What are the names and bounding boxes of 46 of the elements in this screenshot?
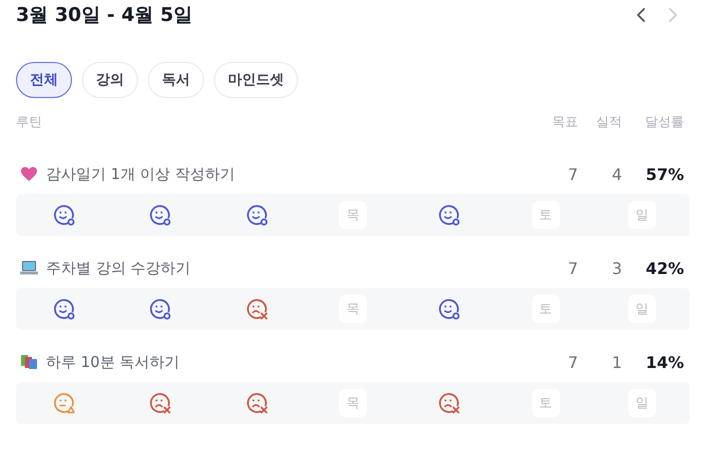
smile-check-icon[interactable] [244, 203, 269, 227]
filter-chip[interactable]: 강의 [82, 62, 138, 98]
day-label: 토 [532, 295, 560, 323]
goal-count: 7 [566, 258, 578, 278]
day-label: 일 [628, 201, 656, 229]
day-label: 목 [338, 295, 367, 323]
filter-chip[interactable]: 독서 [148, 62, 204, 98]
chevron-right-icon [668, 7, 678, 23]
day-label: 일 [628, 295, 656, 323]
day-label: 토 [532, 201, 560, 229]
day-label: 토 [532, 389, 560, 417]
books-icon [20, 354, 38, 370]
achievement-rate: 57% [644, 164, 685, 184]
sad-x-icon[interactable] [244, 297, 269, 321]
smile-check-icon[interactable] [52, 203, 76, 227]
achievement-rate: 14% [644, 352, 685, 372]
sad-x-icon[interactable] [437, 391, 462, 415]
smile-check-icon[interactable] [148, 203, 172, 227]
day-label: 일 [628, 389, 656, 417]
actual-count: 1 [610, 352, 622, 372]
routine-title: 감사일기 1개 이상 작성하기 [46, 164, 236, 184]
achievement-rate: 42% [644, 258, 685, 278]
filter-chip[interactable]: 마인드셋 [214, 62, 298, 98]
goal-count: 7 [566, 352, 578, 372]
routine-column-header: 루틴 [16, 114, 43, 131]
rate-column-header: 달성률 [644, 114, 685, 131]
chevron-left-icon [636, 7, 646, 23]
sad-x-icon[interactable] [244, 391, 269, 415]
routine-title: 하루 10분 독서하기 [46, 352, 181, 372]
smile-check-icon[interactable] [52, 297, 76, 321]
actual-column-header: 실적 [595, 114, 622, 131]
heart-icon [20, 166, 38, 182]
actual-count: 3 [610, 258, 622, 278]
day-label: 목 [338, 201, 367, 229]
date-range-title: 3월 30일 - 4월 5일 [16, 3, 192, 28]
day-label: 목 [338, 389, 367, 417]
laptop-icon [20, 260, 38, 276]
routine-title: 주차별 강의 수강하기 [46, 258, 192, 278]
smile-check-icon[interactable] [437, 203, 462, 227]
goal-column-header: 목표 [551, 114, 578, 131]
sad-x-icon[interactable] [148, 391, 172, 415]
smile-check-icon[interactable] [148, 297, 172, 321]
smile-check-icon[interactable] [437, 297, 462, 321]
actual-count: 4 [610, 164, 622, 184]
goal-count: 7 [566, 164, 578, 184]
filter-chip[interactable]: 전체 [16, 62, 72, 98]
